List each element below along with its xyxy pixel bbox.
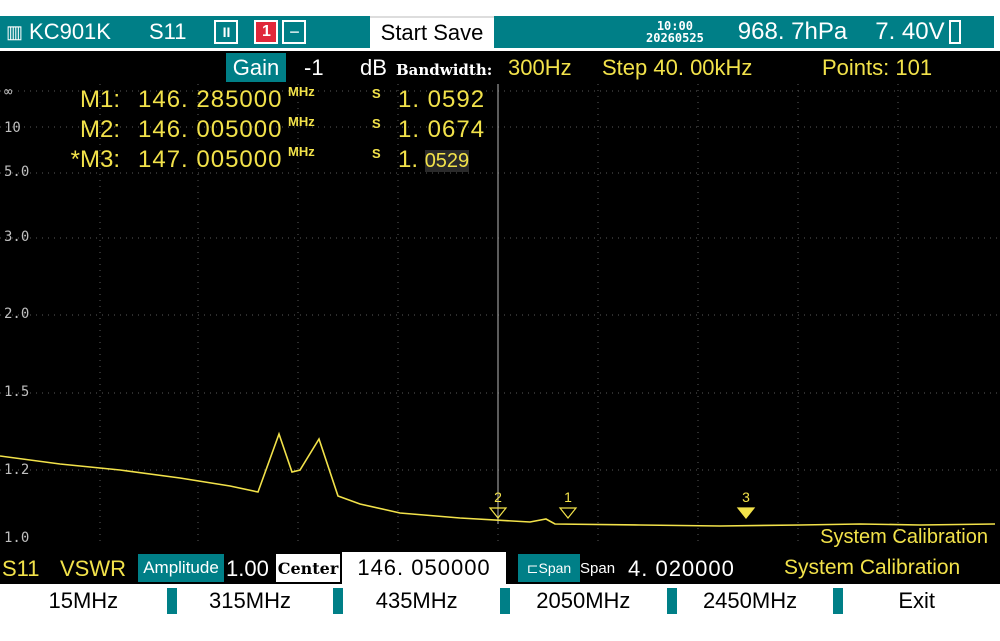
- center-button[interactable]: Center: [276, 554, 340, 582]
- voltage-readout: 7. 40V: [875, 18, 945, 45]
- marker-frequency: 146. 005000: [138, 116, 283, 143]
- y-label-2: 2.0: [4, 306, 30, 322]
- softkey-separator: [833, 588, 844, 614]
- marker-value[interactable]: 1. 0529: [398, 146, 470, 174]
- softkey-2450mhz[interactable]: 2450MHz: [666, 584, 834, 617]
- bandwidth-value: 300Hz: [508, 55, 572, 80]
- amplitude-button[interactable]: Amplitude: [138, 554, 224, 582]
- battery-icon: [948, 20, 961, 44]
- softkey-315mhz[interactable]: 315MHz: [166, 584, 334, 617]
- gain-value: -1: [304, 55, 324, 80]
- amplitude-value: 1.00: [226, 556, 269, 581]
- chip-icon: ▥: [6, 21, 24, 42]
- span-button[interactable]: ⊏ Span: [518, 554, 580, 582]
- marker-name: *M3:: [70, 146, 120, 173]
- marker-param: S: [372, 146, 381, 161]
- marker-value: 1. 0592: [398, 86, 486, 113]
- marker-frequency: 147. 005000: [138, 146, 283, 173]
- points-value: Points: 101: [822, 55, 933, 80]
- calibration-note: System Calibration: [820, 526, 988, 548]
- vswr-plot[interactable]: 213 ∞ 10 5.0 3.0 2.0 1.5 1.2 1.0 M1: 146…: [0, 84, 1000, 552]
- marker-readout-m1[interactable]: M1: 146. 285000 MHz S 1. 0592: [0, 84, 520, 116]
- softkey-separator: [500, 588, 511, 614]
- marker-flag-icon: [736, 507, 756, 519]
- marker-unit: MHz: [288, 114, 315, 129]
- sweep-info-bar: S11 VSWR Amplitude 1.00 Center 146. 0500…: [0, 552, 1000, 584]
- span-value: 4. 020000: [628, 556, 735, 581]
- softkey-separator: [166, 588, 177, 614]
- marker-unit: MHz: [288, 84, 315, 99]
- settings-bar: Gain -1 dB Bandwidth: 300Hz Step 40. 00k…: [0, 51, 1000, 84]
- y-label-3: 3.0: [4, 229, 30, 245]
- softkey-bar: 15MHz 315MHz 435MHz 2050MHz 2450MHz Exit: [0, 584, 1000, 617]
- measure-mode[interactable]: S11: [149, 19, 187, 45]
- status-readout: 10:00 20260525 968. 7hPa 7. 40V: [494, 16, 994, 48]
- marker-unit: MHz: [288, 144, 315, 159]
- y-label-1-5: 1.5: [4, 384, 30, 400]
- softkey-2050mhz[interactable]: 2050MHz: [500, 584, 667, 617]
- marker-name: M1:: [79, 86, 120, 113]
- y-label-1: 1.0: [4, 530, 30, 546]
- marker-flag-label: 3: [742, 489, 750, 505]
- pressure-readout: 968. 7hPa: [737, 18, 848, 45]
- device-header: ▥ KC901K S11 II 1 −: [0, 16, 370, 48]
- format-label: VSWR: [60, 556, 126, 581]
- softkey-separator: [333, 588, 344, 614]
- softkey-label: 2450MHz: [702, 587, 798, 613]
- step-value: Step 40. 00kHz: [602, 55, 753, 80]
- marker-readout-m2[interactable]: M2: 146. 005000 MHz S 1. 0674: [0, 114, 520, 146]
- marker-name: M2:: [79, 116, 120, 143]
- softkey-435mhz[interactable]: 435MHz: [333, 584, 500, 617]
- clock: 10:00 20260525: [646, 20, 704, 44]
- marker-param: S: [372, 86, 381, 101]
- softkey-label: 15MHz: [48, 587, 119, 613]
- softkey-label: Exit: [898, 587, 936, 613]
- calibration-status: System Calibration: [784, 556, 961, 579]
- span-button-label: Span: [538, 560, 572, 576]
- marker-value-int: 1.: [398, 146, 419, 173]
- marker-flag-label: 1: [564, 489, 572, 505]
- param-label: S11: [2, 556, 40, 581]
- span-icon: ⊏: [526, 559, 539, 576]
- channel-badge[interactable]: 1: [254, 20, 279, 44]
- start-save-button[interactable]: Start Save: [370, 16, 494, 48]
- marker-param: S: [372, 116, 381, 131]
- marker-value: 1. 0674: [398, 116, 486, 143]
- marker-flags: 2 1 3: [488, 489, 756, 519]
- minimize-icon[interactable]: −: [282, 20, 307, 44]
- softkey-15mhz[interactable]: 15MHz: [0, 584, 167, 617]
- status-bar: ▥ KC901K S11 II 1 − Start Save 10:00 202…: [0, 0, 1000, 51]
- softkey-label: 2050MHz: [536, 587, 631, 613]
- marker-flag-label: 2: [494, 489, 502, 505]
- center-input[interactable]: 146. 050000: [342, 552, 506, 584]
- marker-frequency: 146. 285000: [138, 86, 283, 113]
- softkey-label: 315MHz: [209, 587, 291, 613]
- clock-date: 20260525: [646, 31, 704, 45]
- y-label-1-2: 1.2: [4, 462, 30, 478]
- marker-readout-m3[interactable]: *M3: 147. 005000 MHz S 1. 0529: [0, 144, 520, 176]
- softkey-label: 435MHz: [375, 587, 458, 613]
- pause-icon[interactable]: II: [214, 20, 239, 44]
- gain-button[interactable]: Gain: [226, 53, 286, 82]
- device-name: KC901K: [29, 19, 111, 44]
- exit-button[interactable]: Exit: [833, 584, 1000, 617]
- softkey-separator: [666, 588, 677, 614]
- gain-unit: dB: [360, 55, 387, 80]
- marker-flag-icon: [558, 507, 578, 519]
- marker-value-edit[interactable]: 0529: [424, 150, 470, 172]
- bandwidth-label: Bandwidth:: [396, 61, 493, 79]
- span-label: Span: [580, 560, 616, 577]
